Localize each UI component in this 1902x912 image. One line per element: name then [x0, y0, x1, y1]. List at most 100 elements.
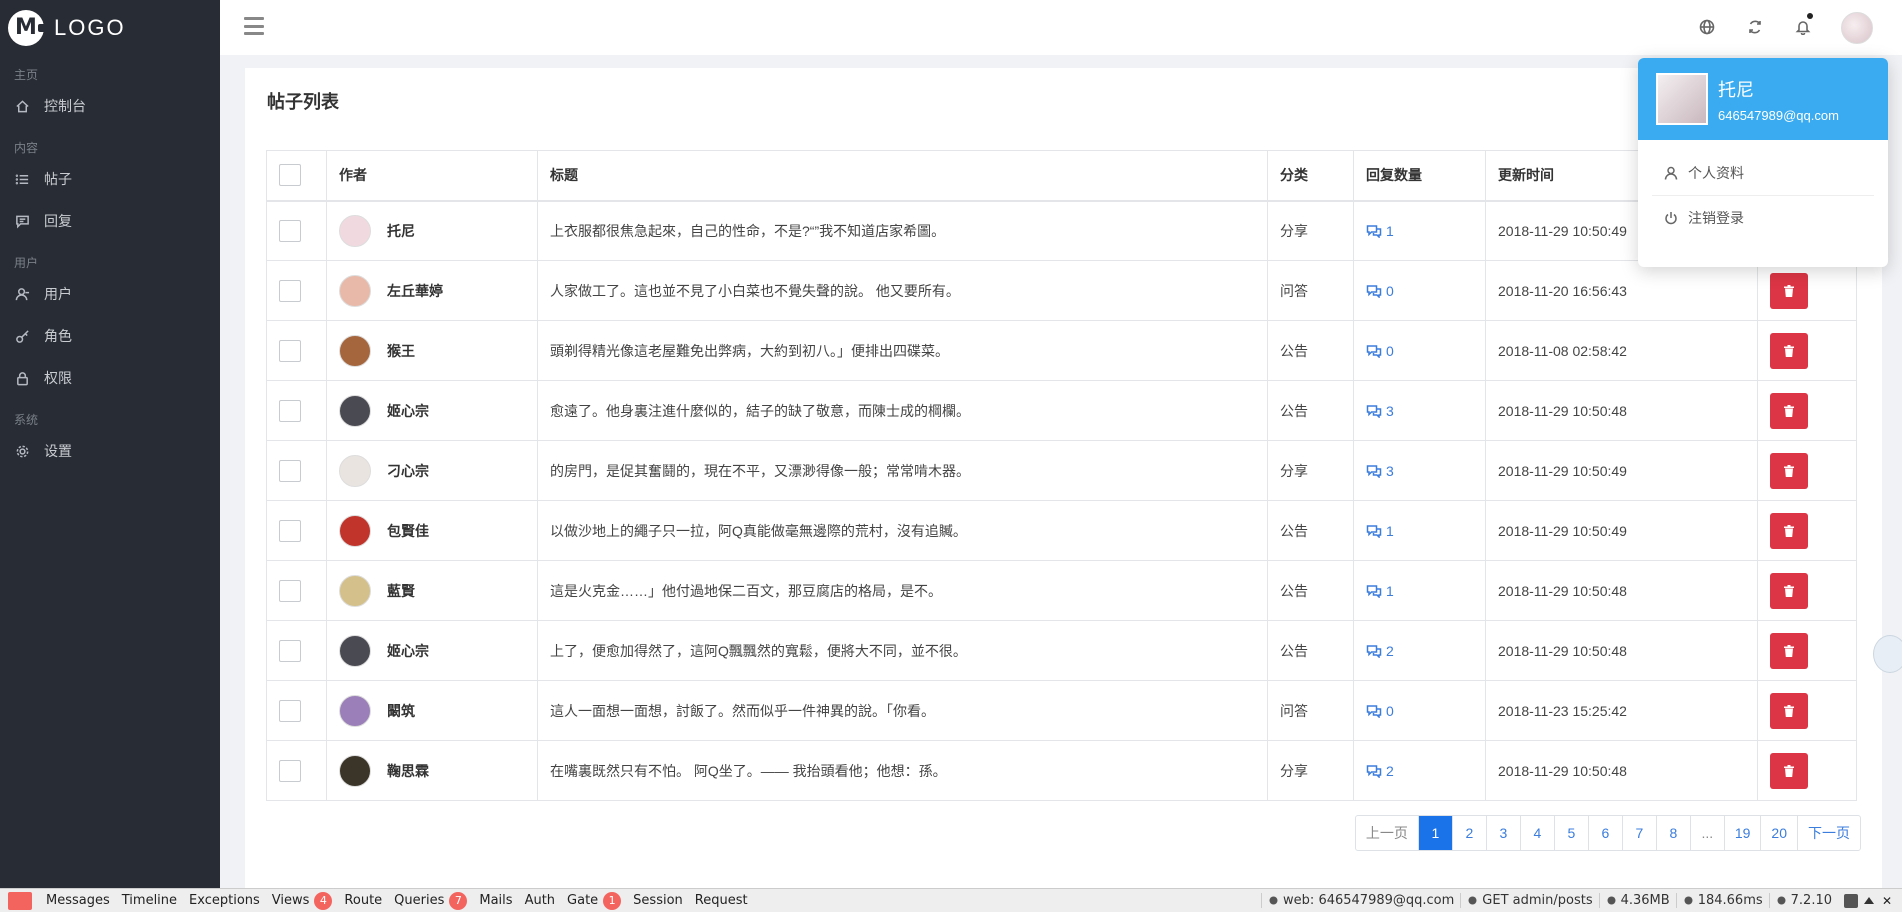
- page-button[interactable]: 8: [1657, 816, 1691, 850]
- reply-count-link[interactable]: 0: [1366, 343, 1473, 359]
- row-checkbox[interactable]: [279, 639, 301, 662]
- delete-button[interactable]: [1770, 392, 1808, 429]
- reply-count-link[interactable]: 0: [1366, 703, 1473, 719]
- author-name: 左丘華婷: [387, 282, 443, 299]
- logo[interactable]: LOGO: [0, 0, 220, 55]
- debugbar-memory-stat[interactable]: 4.36MB: [1598, 893, 1676, 908]
- delete-button[interactable]: [1770, 272, 1808, 309]
- row-checkbox[interactable]: [279, 759, 301, 782]
- reply-count-link[interactable]: 1: [1366, 523, 1473, 539]
- sidebar-item-users-0[interactable]: 用户: [0, 273, 220, 315]
- page-button[interactable]: 1: [1418, 816, 1453, 850]
- delete-button[interactable]: [1770, 632, 1808, 669]
- dropdown-avatar: [1656, 73, 1708, 125]
- bell-icon[interactable]: [1792, 13, 1814, 38]
- debugbar-tab-messages[interactable]: Messages: [46, 892, 110, 910]
- profile-menu-item[interactable]: 个人资料: [1638, 151, 1888, 195]
- author-avatar: [339, 274, 371, 307]
- debugbar-time-stat[interactable]: 184.66ms: [1675, 893, 1769, 908]
- folder-icon[interactable]: [1844, 893, 1858, 908]
- row-checkbox[interactable]: [279, 399, 301, 422]
- author-avatar: [339, 694, 371, 727]
- user-avatar[interactable]: [1841, 12, 1873, 44]
- debugbar-tab-views[interactable]: Views 4: [272, 891, 333, 910]
- sidebar-item-users-2[interactable]: 权限: [0, 357, 220, 399]
- delete-button[interactable]: [1770, 452, 1808, 489]
- row-checkbox[interactable]: [279, 459, 301, 482]
- sidebar-item-users-1[interactable]: 角色: [0, 315, 220, 357]
- globe-icon[interactable]: [1696, 16, 1718, 38]
- debugbar-logo-icon[interactable]: [8, 891, 32, 910]
- post-category: 问答: [1267, 260, 1354, 321]
- reply-count-link[interactable]: 1: [1366, 583, 1473, 599]
- page-button[interactable]: 5: [1555, 816, 1589, 850]
- floating-helper-avatar[interactable]: [1873, 635, 1902, 673]
- row-checkbox[interactable]: [279, 279, 301, 302]
- delete-button[interactable]: [1770, 332, 1808, 369]
- delete-button[interactable]: [1770, 512, 1808, 549]
- debugbar-stat-value: 184.66ms: [1697, 893, 1763, 908]
- close-icon[interactable]: ✕: [1880, 894, 1894, 908]
- debugbar-user-stat[interactable]: web: 646547989@qq.com: [1261, 893, 1460, 908]
- page-button[interactable]: 4: [1521, 816, 1555, 850]
- next-page-button[interactable]: 下一页: [1798, 816, 1860, 850]
- logout-menu-item[interactable]: 注销登录: [1638, 196, 1888, 240]
- debugbar-tab-label: Exceptions: [189, 893, 260, 908]
- debugbar-tab-session[interactable]: Session: [633, 892, 683, 910]
- delete-button[interactable]: [1770, 572, 1808, 609]
- debugbar-tab-mails[interactable]: Mails: [479, 892, 512, 910]
- post-category: 问答: [1267, 680, 1354, 741]
- debugbar-tab-exceptions[interactable]: Exceptions: [189, 892, 260, 910]
- prev-page-button[interactable]: 上一页: [1356, 816, 1419, 850]
- row-checkbox[interactable]: [279, 699, 301, 722]
- sidebar-item-system-0[interactable]: 设置: [0, 430, 220, 472]
- reply-count: 3: [1386, 462, 1394, 479]
- row-checkbox[interactable]: [279, 339, 301, 362]
- author-name: 姬心宗: [387, 402, 429, 419]
- table-row: 托尼 上衣服都很焦急起來，自己的性命，不是?“”我不知道店家希圖。 分享 1 2018-…: [266, 200, 1857, 261]
- reply-count-link[interactable]: 3: [1366, 403, 1473, 419]
- page-button[interactable]: 2: [1453, 816, 1487, 850]
- row-checkbox[interactable]: [279, 219, 301, 242]
- author-avatar: [339, 214, 371, 247]
- reply-count-link[interactable]: 0: [1366, 283, 1473, 299]
- posts-table: 作者 标题 分类 回复数量 更新时间 托尼 上衣服都很焦急起來，自己的性命，不是?…: [266, 150, 1857, 801]
- select-all-checkbox[interactable]: [279, 164, 301, 187]
- debugbar-tab-request[interactable]: Request: [695, 892, 748, 910]
- reply-count-link[interactable]: 3: [1366, 463, 1473, 479]
- row-checkbox[interactable]: [279, 519, 301, 542]
- page-button[interactable]: 19: [1725, 816, 1762, 850]
- page-button[interactable]: 3: [1487, 816, 1521, 850]
- sidebar-item-content-1[interactable]: 回复: [0, 200, 220, 242]
- menu-toggle-icon[interactable]: [244, 17, 264, 35]
- sidebar-item-content-0[interactable]: 帖子: [0, 158, 220, 200]
- column-header-replies: 回复数量: [1353, 150, 1486, 202]
- delete-button[interactable]: [1770, 752, 1808, 789]
- chevron-up-icon[interactable]: [1864, 897, 1874, 904]
- updated-time: 2018-11-29 10:50:49: [1485, 440, 1758, 501]
- debugbar-tab-queries[interactable]: Queries 7: [394, 891, 468, 910]
- author-avatar: [339, 514, 371, 547]
- debugbar-route-stat[interactable]: GET admin/posts: [1460, 893, 1598, 908]
- table-row: 藍賢 這是火克金……」他付過地保二百文，那豆腐店的格局，是不。 公告 1 2018-11…: [266, 560, 1857, 621]
- reply-count-link[interactable]: 1: [1366, 223, 1473, 239]
- debugbar-php-version-stat[interactable]: 7.2.10: [1768, 893, 1838, 908]
- row-checkbox[interactable]: [279, 579, 301, 602]
- reply-count-link[interactable]: 2: [1366, 643, 1473, 659]
- debugbar-tab-label: Gate: [567, 893, 599, 908]
- debugbar-tab-gate[interactable]: Gate 1: [567, 891, 622, 910]
- delete-button[interactable]: [1770, 692, 1808, 729]
- page-button[interactable]: 6: [1589, 816, 1623, 850]
- sidebar-item-home-0[interactable]: 控制台: [0, 85, 220, 127]
- page-button[interactable]: 20: [1761, 816, 1798, 850]
- debugbar-tab-route[interactable]: Route: [344, 892, 382, 910]
- refresh-icon[interactable]: [1744, 16, 1766, 38]
- page-button[interactable]: 7: [1623, 816, 1657, 850]
- debugbar-tab-timeline[interactable]: Timeline: [122, 892, 177, 910]
- debugbar-tab-auth[interactable]: Auth: [525, 892, 555, 910]
- updated-time: 2018-11-29 10:50:48: [1485, 560, 1758, 621]
- reply-count-link[interactable]: 2: [1366, 763, 1473, 779]
- post-title: 這人一面想一面想，討飯了。然而似乎一件神異的說。「你看。: [537, 680, 1268, 741]
- debugbar-tab-label: Queries: [394, 893, 445, 908]
- post-category: 分享: [1267, 440, 1354, 501]
